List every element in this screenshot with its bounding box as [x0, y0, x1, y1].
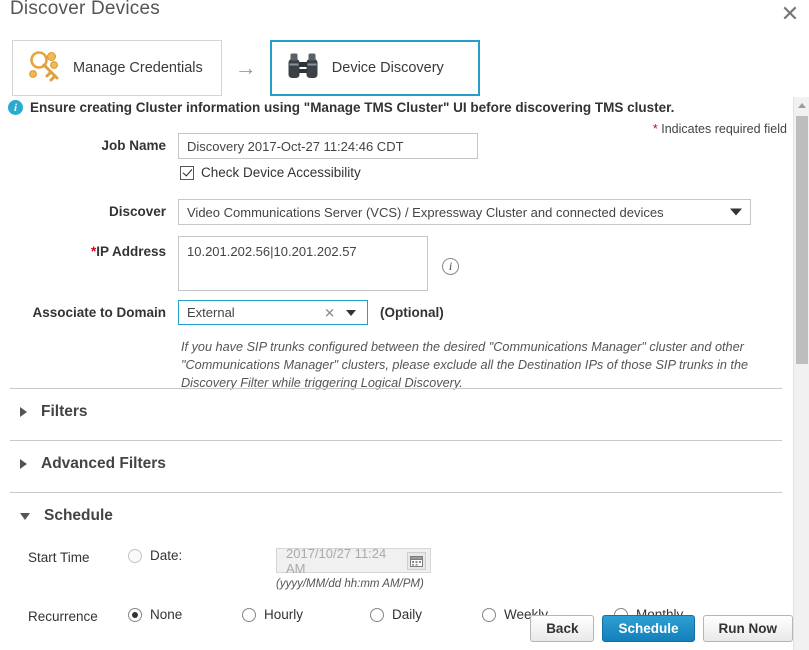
wizard-step-device-discovery[interactable]: Device Discovery — [269, 40, 480, 96]
discovery-form: Job Name Check Device Accessibility Disc… — [0, 133, 790, 392]
section-filters-header[interactable]: Filters — [10, 388, 782, 421]
back-button[interactable]: Back — [530, 615, 595, 642]
binoculars-icon — [286, 51, 320, 86]
run-now-button[interactable]: Run Now — [702, 615, 793, 642]
recurrence-label-daily: Daily — [392, 607, 423, 622]
chevron-down-icon — [730, 208, 742, 216]
chevron-down-icon — [20, 512, 30, 520]
scroll-up-arrow-icon[interactable] — [794, 97, 809, 114]
date-format-hint: (yyyy/MM/dd hh:mm AM/PM) — [276, 578, 424, 590]
job-name-label: Job Name — [101, 138, 166, 153]
section-filters: Filters — [10, 388, 782, 421]
page-title: Discover Devices — [10, 0, 160, 19]
start-time-row: Start Time Date: 2017/10/27 11:24 AM (yy… — [10, 545, 782, 590]
check-device-accessibility-label: Check Device Accessibility — [201, 165, 361, 180]
close-icon[interactable]: ✕ — [777, 1, 803, 27]
section-advanced-filters-header[interactable]: Advanced Filters — [10, 440, 782, 473]
recurrence-radio-weekly[interactable] — [482, 607, 496, 622]
ip-address-label: *IP Address — [0, 236, 178, 259]
wizard-steps: Manage Credentials → Device Discovery — [12, 40, 480, 96]
info-circle-outline-icon[interactable]: i — [442, 258, 459, 275]
section-schedule-title: Schedule — [44, 507, 113, 524]
key-icon — [27, 50, 61, 87]
check-device-accessibility-checkbox[interactable] — [180, 165, 194, 180]
section-advanced-filters: Advanced Filters — [10, 440, 782, 473]
recurrence-label-hourly: Hourly — [264, 607, 304, 622]
recurrence-label: Recurrence — [28, 609, 98, 624]
sip-trunk-help-text: If you have SIP trunks configured betwee… — [181, 340, 749, 391]
dialog-action-buttons: Back Schedule Run Now — [530, 615, 793, 642]
section-advanced-filters-title: Advanced Filters — [41, 455, 166, 472]
discover-devices-dialog: Discover Devices ✕ Manage Credentials → — [0, 0, 809, 650]
recurrence-option-hourly[interactable]: Hourly — [242, 607, 370, 622]
ip-address-row: *IP Address 10.201.202.56|10.201.202.57 … — [0, 236, 790, 291]
discover-row: Discover Video Communications Server (VC… — [0, 199, 790, 225]
chevron-down-icon — [346, 309, 356, 316]
start-time-date-value: 2017/10/27 11:24 AM — [286, 545, 387, 576]
info-notice: i Ensure creating Cluster information us… — [8, 100, 674, 115]
recurrence-option-daily[interactable]: Daily — [370, 607, 482, 622]
ip-address-textarea[interactable]: 10.201.202.56|10.201.202.57 — [178, 236, 428, 291]
info-circle-icon: i — [8, 100, 23, 115]
wizard-step-label: Device Discovery — [331, 60, 444, 76]
scrollbar-thumb[interactable] — [796, 116, 808, 364]
associate-domain-value: External — [187, 305, 235, 320]
info-notice-text: Ensure creating Cluster information usin… — [30, 100, 675, 115]
section-filters-title: Filters — [41, 403, 88, 420]
clear-x-icon[interactable]: ✕ — [324, 306, 335, 319]
start-time-date-label: Date: — [150, 548, 183, 563]
section-schedule: Schedule Start Time Date: 2017/10/27 11:… — [10, 492, 782, 624]
associate-domain-label: Associate to Domain — [32, 305, 166, 320]
recurrence-option-none[interactable]: None — [128, 607, 242, 622]
optional-label: (Optional) — [380, 305, 444, 320]
start-time-date-radio[interactable] — [128, 548, 142, 563]
job-name-input[interactable] — [178, 133, 478, 159]
recurrence-radio-daily[interactable] — [370, 607, 384, 622]
start-time-date-input[interactable]: 2017/10/27 11:24 AM — [276, 545, 431, 576]
calendar-icon[interactable] — [407, 551, 426, 570]
ip-address-label-text: IP Address — [96, 244, 166, 259]
start-time-date-option[interactable]: Date: — [128, 548, 276, 563]
start-time-label: Start Time — [28, 550, 90, 565]
recurrence-radio-none[interactable] — [128, 607, 142, 622]
discover-select-value: Video Communications Server (VCS) / Expr… — [187, 204, 664, 220]
wizard-step-label: Manage Credentials — [73, 60, 203, 76]
check-accessibility-row[interactable]: Check Device Accessibility — [180, 165, 790, 180]
associate-domain-row: Associate to Domain External ✕ (Optional… — [0, 300, 790, 325]
chevron-right-icon — [20, 459, 27, 469]
associate-domain-select[interactable]: External ✕ — [178, 300, 368, 325]
discover-label: Discover — [108, 204, 166, 219]
chevron-right-icon — [20, 407, 27, 417]
wizard-step-manage-credentials[interactable]: Manage Credentials — [12, 40, 222, 96]
start-time-date-field: 2017/10/27 11:24 AM (yyyy/MM/dd hh:mm AM… — [276, 545, 431, 590]
job-name-row: Job Name Check Device Accessibility — [0, 133, 790, 190]
recurrence-label-none: None — [150, 607, 183, 622]
vertical-scrollbar[interactable] — [793, 97, 809, 650]
discover-select[interactable]: Video Communications Server (VCS) / Expr… — [178, 199, 751, 225]
arrow-right-icon: → — [234, 55, 257, 80]
recurrence-radio-hourly[interactable] — [242, 607, 256, 622]
section-schedule-header[interactable]: Schedule — [10, 492, 782, 525]
schedule-button[interactable]: Schedule — [602, 615, 695, 642]
